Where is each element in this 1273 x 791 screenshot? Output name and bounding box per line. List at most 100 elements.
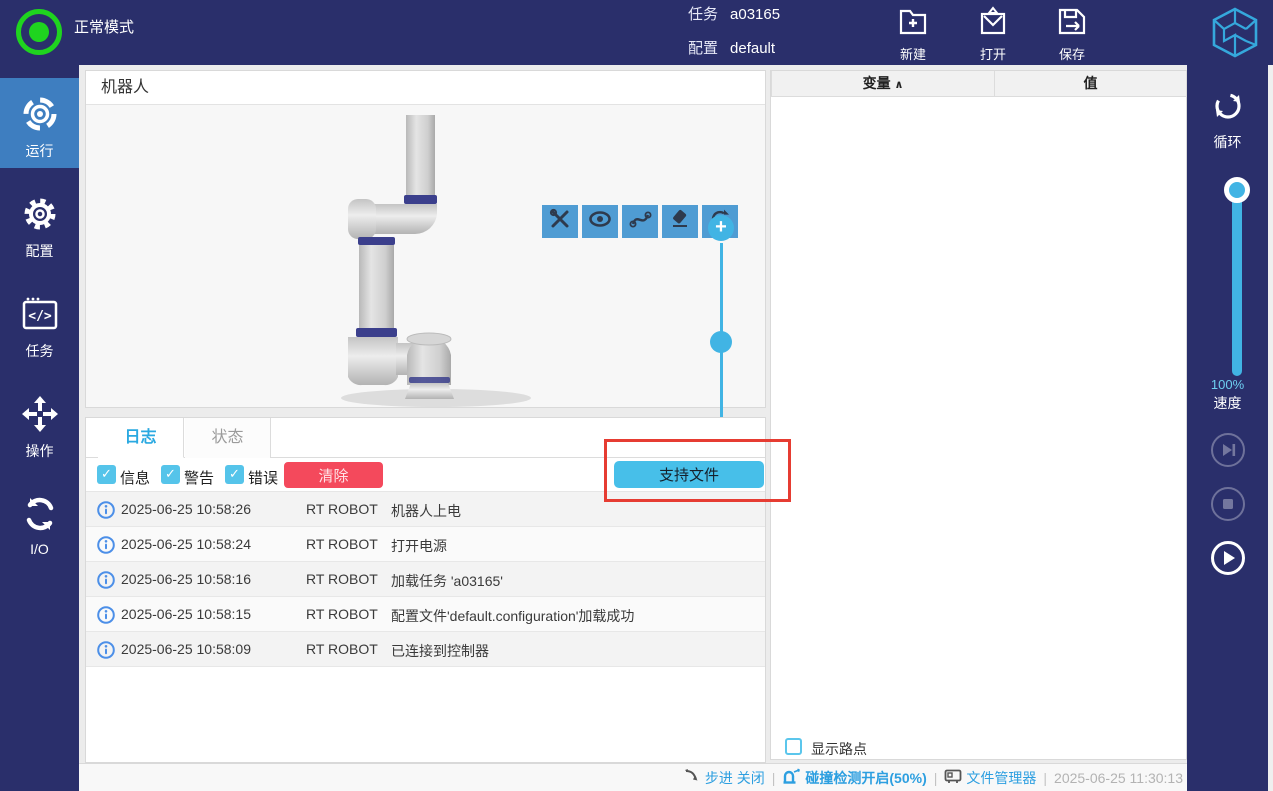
task-value: a03165 bbox=[730, 6, 781, 23]
sidebar-item-io[interactable]: I/O bbox=[0, 478, 79, 568]
stop-button[interactable] bbox=[1211, 487, 1245, 521]
erase-button[interactable] bbox=[662, 205, 698, 238]
stop-icon bbox=[1213, 499, 1243, 523]
drive-icon bbox=[944, 768, 962, 787]
file-manager-label: 文件管理器 bbox=[966, 769, 1037, 786]
speed-slider-track[interactable] bbox=[1232, 191, 1242, 376]
trajectory-button[interactable] bbox=[622, 205, 658, 238]
log-time: 2025-06-25 10:58:24 bbox=[121, 536, 251, 552]
log-message: 配置文件'default.configuration'加载成功 bbox=[391, 608, 635, 624]
log-row[interactable]: 2025-06-25 10:58:15 RT ROBOT 配置文件'defaul… bbox=[86, 597, 765, 632]
log-message: 已连接到控制器 bbox=[391, 643, 489, 659]
log-time: 2025-06-25 10:58:26 bbox=[121, 501, 251, 517]
config-label: 配置 bbox=[688, 40, 719, 57]
sidebar-item-label: 配置 bbox=[25, 243, 54, 259]
step-mode-label: 步进 关闭 bbox=[704, 769, 765, 786]
left-sidebar: 运行 配置 </> 任务 操作 I/O 2AF3 bbox=[0, 65, 79, 791]
sidebar-item-label: I/O bbox=[30, 541, 49, 557]
clock-timestamp: 2025-06-25 11:30:13 bbox=[1054, 769, 1183, 786]
speed-slider-knob[interactable] bbox=[1224, 177, 1250, 203]
tools-icon bbox=[549, 208, 571, 235]
show-waypoints-label: 显示路点 bbox=[811, 741, 867, 757]
log-row[interactable]: 2025-06-25 10:58:26 RT ROBOT 机器人上电 bbox=[86, 492, 765, 527]
collision-detect-item[interactable]: 碰撞检测开启(50%) bbox=[782, 767, 927, 788]
new-file-icon bbox=[896, 9, 930, 42]
file-manager-item[interactable]: 文件管理器 bbox=[944, 768, 1036, 788]
app-window: 正常模式 任务 a03165 配置 default 新建 打开 保存 运行 配置… bbox=[0, 0, 1273, 791]
sidebar-item-label: 运行 bbox=[25, 143, 54, 159]
zoom-in-button[interactable]: + bbox=[708, 215, 734, 241]
log-filter-bar: ✓ 信息 ✓ 警告 ✓ 错误 清除 支持文件 bbox=[86, 458, 765, 492]
tab-log[interactable]: 日志 bbox=[98, 418, 184, 458]
log-time: 2025-06-25 10:58:15 bbox=[121, 606, 251, 622]
value-column-header[interactable]: 值 bbox=[995, 71, 1187, 97]
separator: | bbox=[771, 769, 776, 786]
config-value: default bbox=[730, 40, 776, 57]
gear-icon bbox=[20, 198, 60, 238]
variables-panel: 变量 ∧ 值 显示路点 bbox=[770, 70, 1187, 760]
right-scroll-strip[interactable] bbox=[1268, 65, 1273, 791]
support-files-button[interactable]: 支持文件 bbox=[614, 461, 764, 488]
sidebar-item-task[interactable]: </> 任务 bbox=[0, 278, 79, 368]
warning-checkbox[interactable]: ✓ bbox=[161, 465, 180, 484]
log-source: RT ROBOT bbox=[306, 501, 378, 517]
eye-icon bbox=[588, 208, 612, 235]
robot-3d-viewport[interactable]: + − bbox=[86, 105, 765, 443]
info-checkbox-label: 信息 bbox=[120, 470, 151, 487]
log-tab-bar: 日志 状态 bbox=[86, 418, 765, 458]
mode-label: 正常模式 bbox=[74, 19, 135, 36]
collision-detect-label: 碰撞检测开启(50%) bbox=[805, 769, 927, 786]
save-icon bbox=[1055, 8, 1089, 42]
config-row: 配置 default bbox=[688, 37, 775, 58]
error-checkbox-label: 错误 bbox=[248, 470, 279, 487]
visibility-button[interactable] bbox=[582, 205, 618, 238]
loop-button[interactable]: 循环 bbox=[1187, 85, 1268, 152]
log-message: 机器人上电 bbox=[391, 503, 461, 519]
status-bar: 步进 关闭 | 碰撞检测开启(50%) | 文件管理器 | 2025-06-25… bbox=[79, 763, 1187, 791]
skip-icon bbox=[1213, 444, 1243, 469]
svg-text:</>: </> bbox=[28, 309, 52, 324]
sidebar-item-label: 操作 bbox=[25, 443, 54, 459]
log-row[interactable]: 2025-06-25 10:58:16 RT ROBOT 加载任务 'a0316… bbox=[86, 562, 765, 597]
open-button[interactable]: 打开 bbox=[961, 6, 1025, 62]
info-icon bbox=[97, 641, 115, 662]
log-message: 加载任务 'a03165' bbox=[391, 573, 503, 589]
sidebar-item-run[interactable]: 运行 bbox=[0, 78, 79, 168]
log-panel: 日志 状态 ✓ 信息 ✓ 警告 ✓ 错误 清除 支持文件 2025-06-25 … bbox=[85, 417, 766, 763]
info-checkbox[interactable]: ✓ bbox=[97, 465, 116, 484]
tab-status[interactable]: 状态 bbox=[185, 418, 271, 458]
sidebar-item-operate[interactable]: 操作 bbox=[0, 378, 79, 468]
move-arrows-icon bbox=[20, 396, 60, 438]
info-icon bbox=[97, 501, 115, 522]
log-row[interactable]: 2025-06-25 10:58:24 RT ROBOT 打开电源 bbox=[86, 527, 765, 562]
new-button[interactable]: 新建 bbox=[881, 6, 945, 62]
step-forward-button[interactable] bbox=[1211, 433, 1245, 467]
play-icon bbox=[1214, 551, 1242, 576]
save-button-label: 保存 bbox=[1058, 47, 1085, 62]
save-button[interactable]: 保存 bbox=[1040, 6, 1104, 62]
viewport-zoom-control: + − bbox=[706, 215, 736, 450]
tools-button[interactable] bbox=[542, 205, 578, 238]
show-waypoints-checkbox[interactable] bbox=[785, 738, 802, 755]
step-mode-item[interactable]: 步进 关闭 bbox=[684, 768, 765, 788]
sidebar-item-config[interactable]: 配置 bbox=[0, 178, 79, 268]
brand-logo-icon bbox=[1208, 5, 1262, 60]
collision-icon bbox=[782, 767, 801, 788]
separator: | bbox=[1043, 769, 1048, 786]
robot-panel-title: 机器人 bbox=[86, 71, 765, 105]
task-label: 任务 bbox=[688, 6, 719, 23]
right-rail: 循环 100% 速度 bbox=[1187, 65, 1268, 791]
variable-column-header[interactable]: 变量 ∧ bbox=[771, 71, 995, 97]
speed-label: 速度 bbox=[1213, 395, 1242, 411]
log-source: RT ROBOT bbox=[306, 571, 378, 587]
top-bar: 正常模式 任务 a03165 配置 default 新建 打开 保存 bbox=[0, 0, 1273, 65]
log-time: 2025-06-25 10:58:16 bbox=[121, 571, 251, 587]
robot-panel: 机器人 + bbox=[85, 70, 766, 443]
clear-button[interactable]: 清除 bbox=[284, 462, 383, 488]
info-icon bbox=[97, 571, 115, 592]
play-button[interactable] bbox=[1211, 541, 1245, 575]
log-row[interactable]: 2025-06-25 10:58:09 RT ROBOT 已连接到控制器 bbox=[86, 632, 765, 667]
zoom-slider-knob[interactable] bbox=[710, 331, 732, 353]
info-icon bbox=[97, 536, 115, 557]
error-checkbox[interactable]: ✓ bbox=[225, 465, 244, 484]
